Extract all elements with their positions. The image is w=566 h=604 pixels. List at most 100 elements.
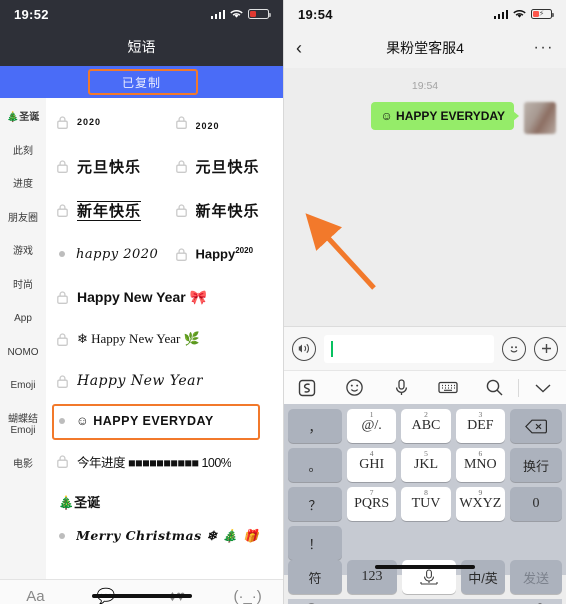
- sidebar-item-nomo[interactable]: NOMO: [0, 336, 46, 370]
- lock-icon: [175, 115, 187, 129]
- t9-keyboard[interactable]: ， 。 ？ ！ 1 @/. 2 ABC 3 DEF 4 GHI 5 JKL 6 MNO: [284, 404, 566, 604]
- phrase-text: 新年快乐: [77, 200, 142, 221]
- status-icons: [210, 9, 271, 19]
- keyboard-row: 1 @/. 2 ABC 3 DEF: [347, 409, 505, 443]
- phrase-text: ❄ Happy New Year 🌿: [77, 331, 200, 346]
- key-4-ghi[interactable]: 4 GHI: [347, 448, 397, 482]
- phrase-cell[interactable]: happy 2020: [46, 232, 165, 276]
- phrase-row[interactable]: 今年进度 ■■■■■■■■■■ 100%: [46, 440, 283, 482]
- phrase-cell[interactable]: 元旦快乐: [46, 144, 165, 188]
- backspace-icon[interactable]: [510, 409, 562, 443]
- chat-message-area: 19:54 ☺ HAPPY EVERYDAY: [284, 68, 566, 326]
- phrase-grid-row: happy 2020 Happy2020: [46, 232, 283, 276]
- keyboard-icon[interactable]: [424, 379, 471, 396]
- status-icons: ⚡: [493, 9, 554, 19]
- smiley-icon[interactable]: [502, 336, 526, 361]
- message-timestamp: 19:54: [411, 80, 439, 92]
- phrase-cell[interactable]: 2020: [46, 100, 165, 144]
- phrase-cell[interactable]: 新年快乐: [165, 188, 284, 232]
- key-2-abc[interactable]: 2 ABC: [401, 409, 451, 443]
- battery-charging-icon: ⚡: [531, 9, 554, 19]
- voice-wave-icon[interactable]: [292, 336, 316, 361]
- phrase-list[interactable]: 2020 2020 元旦快乐 元旦快乐 新年快乐 新年快乐 happy 2020…: [46, 98, 283, 579]
- tab-kaomoji[interactable]: (·_·) 颜文字: [212, 586, 283, 604]
- keyboard-row: 4 GHI 5 JKL 6 MNO: [347, 448, 505, 482]
- home-indicator: [375, 565, 475, 569]
- chat-title: 果粉堂客服4: [386, 40, 464, 56]
- collapse-chevron-icon[interactable]: [519, 382, 566, 394]
- key-5-jkl[interactable]: 5 JKL: [401, 448, 451, 482]
- sidebar-item-games[interactable]: 游戏: [0, 235, 46, 269]
- phrase-text: 元旦快乐: [77, 157, 142, 176]
- phrase-row[interactable]: Merry Christmas ❄ 🎄 🎁: [46, 515, 283, 557]
- bottom-tab-bar[interactable]: Aa 字体 💬 短语 ♦♥ 符号 (·_·) 颜文字: [0, 579, 283, 604]
- lock-icon: [57, 332, 68, 346]
- phrase-row-selected[interactable]: ☺ HAPPY EVERYDAY: [46, 402, 283, 440]
- phrase-row[interactable]: Happy New Year: [46, 360, 283, 402]
- phrase-cell[interactable]: 2020: [165, 100, 284, 144]
- search-icon[interactable]: [471, 378, 518, 397]
- sidebar-item-fashion[interactable]: 时尚: [0, 269, 46, 303]
- section-header-christmas: 🎄圣诞: [58, 495, 101, 510]
- phrase-row[interactable]: Happy New Year 🎀: [46, 276, 283, 318]
- keyboard-left-column: ， 。 ？ ！: [288, 409, 342, 560]
- phrase-cell[interactable]: 元旦快乐: [165, 144, 284, 188]
- sidebar-item-bow-emoji[interactable]: 蝴蝶结 Emoji: [0, 403, 46, 448]
- sidebar-item-emoji[interactable]: Emoji: [0, 369, 46, 403]
- sidebar-item-app[interactable]: App: [0, 302, 46, 336]
- sidebar-item-progress[interactable]: 进度: [0, 168, 46, 202]
- chat-input-bar[interactable]: [284, 326, 566, 370]
- signal-bars-icon: [493, 9, 508, 19]
- sidebar-item-movie[interactable]: 电影: [0, 448, 46, 482]
- key-exclamation[interactable]: ！: [288, 526, 342, 560]
- message-row: ☺ HAPPY EVERYDAY: [284, 102, 566, 134]
- status-time: 19:54: [298, 6, 333, 22]
- sogou-logo-icon[interactable]: [284, 378, 331, 398]
- keyboard-toolbar[interactable]: [284, 370, 566, 404]
- key-comma[interactable]: ，: [288, 409, 342, 443]
- key-9-wxyz[interactable]: 9 WXYZ: [455, 487, 505, 521]
- plus-circle-icon[interactable]: [534, 336, 558, 361]
- key-0[interactable]: 0: [510, 487, 562, 521]
- lock-icon: [175, 159, 187, 173]
- key-newline[interactable]: 换行: [510, 448, 562, 482]
- phrase-grid-row: 新年快乐 新年快乐: [46, 188, 283, 232]
- phrase-text: 元旦快乐: [195, 157, 260, 176]
- emoji-icon[interactable]: [331, 378, 378, 397]
- key-symbols[interactable]: 符: [288, 560, 342, 594]
- chevron-left-icon[interactable]: ‹: [296, 39, 302, 57]
- lock-icon: [57, 290, 68, 304]
- category-sidebar[interactable]: 🎄圣诞 此刻 进度 朋友圈 游戏 时尚 App NOMO Emoji 蝴蝶结 E…: [0, 98, 46, 579]
- key-1-at[interactable]: 1 @/.: [347, 409, 397, 443]
- message-bubble[interactable]: ☺ HAPPY EVERYDAY: [371, 102, 519, 130]
- key-send[interactable]: 发送: [510, 560, 562, 594]
- more-dots-icon[interactable]: ···: [534, 40, 554, 56]
- phrase-grid-row: 元旦快乐 元旦快乐: [46, 144, 283, 188]
- phrase-cell[interactable]: Happy2020: [165, 232, 284, 276]
- key-7-pqrs[interactable]: 7 PQRS: [347, 487, 397, 521]
- key-8-tuv[interactable]: 8 TUV: [401, 487, 451, 521]
- phrase-row[interactable]: ❄ Happy New Year 🌿: [46, 318, 283, 360]
- avatar[interactable]: [524, 102, 556, 134]
- key-6-mno[interactable]: 6 MNO: [455, 448, 505, 482]
- phrase-cell[interactable]: 新年快乐: [46, 188, 165, 232]
- phrase-text: 2020: [195, 121, 220, 131]
- sidebar-item-moment[interactable]: 此刻: [0, 135, 46, 169]
- key-question[interactable]: ？: [288, 487, 342, 521]
- right-phone-wechat-chat: 19:54 ⚡ ‹ 果粉堂客服4 ··· 19:54 ☺ HAPPY EVERY…: [283, 0, 566, 604]
- bullet-dot-icon: [59, 251, 65, 257]
- key-period[interactable]: 。: [288, 448, 342, 482]
- page-title: 短语: [0, 28, 283, 66]
- microphone-space-icon: [420, 569, 438, 585]
- battery-low-icon: [248, 9, 271, 19]
- sidebar-item-moments-circle[interactable]: 朋友圈: [0, 202, 46, 236]
- left-phone-keyboard-app: 19:52 短语 已复制 🎄圣诞 此刻 进度 朋友圈 游戏 时尚 App NOM…: [0, 0, 283, 604]
- sidebar-item-christmas[interactable]: 🎄圣诞: [0, 106, 46, 135]
- phrase-text: 2020: [77, 117, 102, 127]
- key-3-def[interactable]: 3 DEF: [455, 409, 505, 443]
- lock-icon: [175, 247, 187, 261]
- tab-fonts[interactable]: Aa 字体: [0, 586, 71, 604]
- microphone-icon[interactable]: [378, 378, 425, 397]
- lock-icon: [57, 454, 68, 468]
- message-input[interactable]: [324, 334, 494, 363]
